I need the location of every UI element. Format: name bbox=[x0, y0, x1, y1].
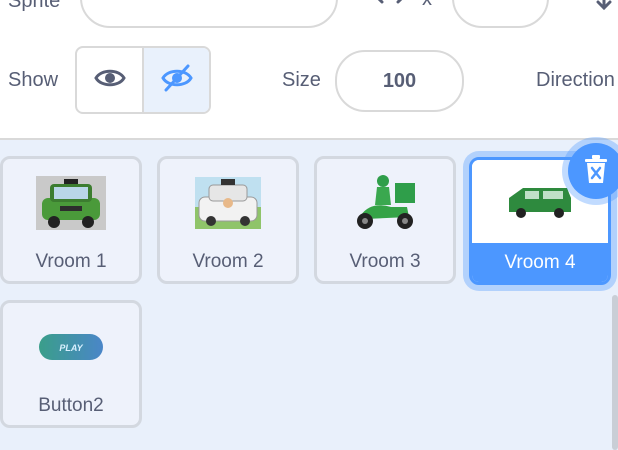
play-button-thumbnail: PLAY bbox=[3, 303, 139, 391]
sprite-name: Vroom 1 bbox=[35, 251, 107, 272]
show-hidden-button[interactable] bbox=[144, 48, 209, 112]
size-label: Size bbox=[282, 69, 321, 91]
sprite-tile[interactable]: Vroom 1 bbox=[0, 156, 142, 284]
trash-icon bbox=[583, 154, 609, 189]
white-car-driver-thumbnail bbox=[160, 159, 296, 247]
sprite-tile[interactable]: Vroom 3 bbox=[314, 156, 456, 284]
arrows-icon bbox=[372, 0, 412, 13]
svg-text:PLAY: PLAY bbox=[59, 343, 83, 353]
y-arrow-icon bbox=[594, 0, 614, 19]
sprite-tile[interactable]: Vroom 2 bbox=[157, 156, 299, 284]
sprite-name: Button2 bbox=[38, 395, 104, 416]
show-visible-button[interactable] bbox=[77, 48, 144, 112]
x-label: x bbox=[422, 0, 432, 11]
green-taxi-thumbnail bbox=[3, 159, 139, 247]
sprite-tile[interactable]: PLAY Button2 bbox=[0, 300, 142, 428]
delete-sprite-button[interactable] bbox=[568, 143, 618, 199]
show-toggle-group bbox=[75, 46, 211, 114]
eye-icon bbox=[93, 66, 126, 95]
sprite-name: Vroom 3 bbox=[349, 251, 421, 272]
sprite-name-input[interactable]: Vroom 4 bbox=[80, 0, 338, 28]
sprite-label: Sprite bbox=[8, 0, 61, 12]
x-position-input[interactable]: 47 bbox=[452, 0, 549, 28]
sprite-list-scrollbar[interactable] bbox=[612, 295, 618, 450]
eye-slash-icon bbox=[160, 64, 193, 97]
size-input[interactable]: 100 bbox=[335, 50, 464, 112]
sprite-name: Vroom 2 bbox=[192, 251, 264, 272]
sprite-info-panel: Sprite Vroom 4 x 47 Show bbox=[0, 0, 618, 139]
direction-label: Direction bbox=[536, 69, 615, 91]
sprite-name: Vroom 4 bbox=[504, 252, 576, 273]
show-label: Show bbox=[8, 69, 59, 91]
green-scooter-delivery-thumbnail bbox=[317, 159, 453, 247]
